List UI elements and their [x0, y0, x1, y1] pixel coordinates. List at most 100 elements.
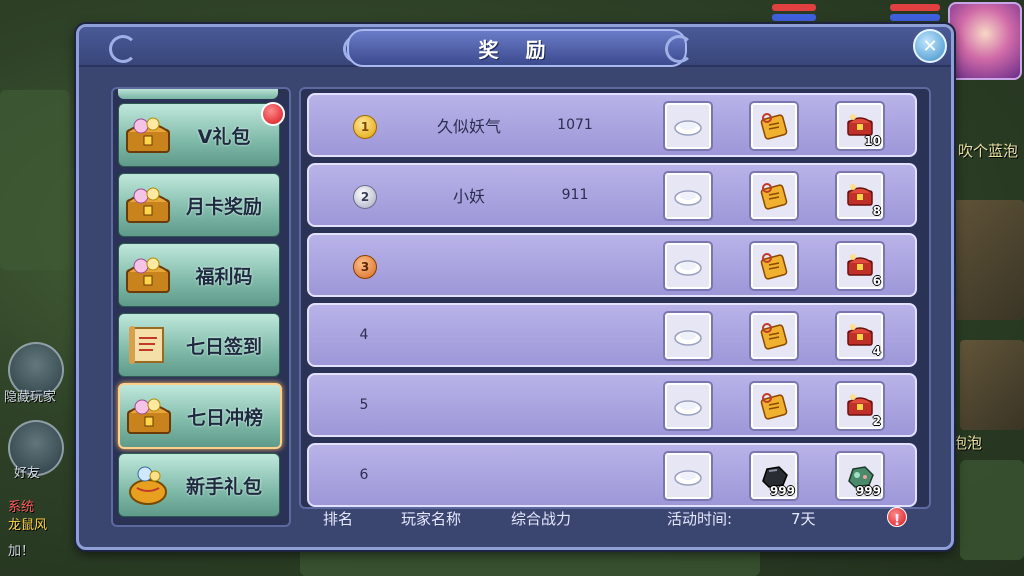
reward-quantity: 8 — [872, 204, 881, 218]
info-alert-icon[interactable]: ! — [887, 507, 907, 529]
column-rank: 排名 — [323, 510, 354, 528]
column-power: 综合战力 — [511, 510, 572, 528]
gift-bag-icon — [123, 464, 173, 506]
sidebar-item-label: 福利码 — [195, 265, 253, 288]
sidebar-item[interactable]: 月卡奖励 — [118, 173, 280, 237]
rank-medal-icon: 3 — [353, 255, 377, 279]
hp-bar — [890, 4, 940, 11]
rank-number: 6 — [359, 467, 369, 483]
reward-slot[interactable] — [663, 241, 713, 291]
dialog-titlebar: 奖 励 ✕ — [79, 27, 951, 67]
treasure-chest-icon — [124, 395, 174, 437]
ranking-row: 1 久似妖气 1071 10 — [307, 93, 917, 157]
combat-power: 1071 — [557, 117, 593, 133]
reward-dialog: 奖 励 ✕ V礼包 月卡奖励福利码七日签到七日冲榜新手礼包 1 久似妖气 1071 10… — [76, 24, 954, 550]
gold-ticket-icon — [757, 251, 791, 281]
title-plate: 奖 励 — [347, 29, 687, 67]
combat-power — [535, 375, 615, 435]
reward-slot[interactable]: 4 — [835, 311, 885, 361]
ground-tile — [0, 90, 70, 270]
rank-medal-icon: 1 — [353, 115, 377, 139]
sidebar-item[interactable]: 福利码 — [118, 243, 280, 307]
player-name — [409, 305, 529, 365]
white-cloud-item-icon — [671, 181, 705, 211]
sidebar-item[interactable]: 七日冲榜 — [118, 383, 282, 449]
reward-slot[interactable]: 999 — [749, 451, 799, 501]
combat-power: 911 — [561, 187, 589, 203]
rank-number: 4 — [359, 327, 369, 343]
swirl-ornament-icon — [665, 35, 693, 63]
swirl-ornament-icon — [109, 35, 137, 63]
dialog-title: 奖 励 — [478, 37, 556, 62]
scroll-icon — [123, 324, 173, 366]
ranking-footer: 排名 玩家名称 综合战力 活动时间: 7天 ! — [301, 505, 929, 529]
reward-quantity: 999 — [855, 484, 881, 498]
ranking-row: 44 — [307, 303, 917, 367]
reward-slot[interactable]: 10 — [835, 101, 885, 151]
ground-tile — [960, 460, 1024, 560]
chat-bubble-text: 吹个蓝泡 — [958, 142, 1019, 160]
gold-ticket-icon — [757, 111, 791, 141]
ranking-row: 6 999 999 — [307, 443, 917, 507]
reward-category-sidebar: V礼包 月卡奖励福利码七日签到七日冲榜新手礼包 — [111, 87, 291, 527]
reward-slot[interactable] — [749, 311, 799, 361]
sidebar-item[interactable]: 新手礼包 — [118, 453, 280, 517]
reward-quantity: 999 — [769, 484, 795, 498]
hp-bar — [772, 4, 816, 11]
building-roof — [960, 340, 1024, 430]
white-cloud-item-icon — [671, 461, 705, 491]
player-avatar[interactable] — [948, 2, 1022, 80]
gold-ticket-icon — [757, 321, 791, 351]
reward-quantity: 4 — [872, 344, 881, 358]
rank-medal-icon: 2 — [353, 185, 377, 209]
reward-slot[interactable] — [663, 171, 713, 221]
treasure-chest-icon — [123, 114, 173, 156]
sidebar-item-label: 七日冲榜 — [186, 406, 263, 429]
sidebar-item-label: 新手礼包 — [185, 475, 262, 498]
ranking-list[interactable]: 1 久似妖气 1071 10 2 小妖 911 8 3 6 4 4 5 2 6 999 999 — [299, 87, 931, 509]
close-button[interactable]: ✕ — [913, 29, 947, 63]
player-name: 久似妖气 — [436, 117, 501, 136]
ground-tile — [300, 546, 760, 576]
combat-power — [535, 445, 615, 505]
activity-time-value: 7天 — [791, 510, 816, 528]
notification-dot-icon — [261, 102, 285, 126]
reward-slot[interactable] — [663, 381, 713, 431]
combat-power — [535, 235, 615, 295]
player-name — [409, 445, 529, 505]
gold-ticket-icon — [757, 391, 791, 421]
alert-glyph: ! — [893, 511, 901, 529]
column-player-name: 玩家名称 — [401, 510, 462, 528]
sidebar-item[interactable]: 七日签到 — [118, 313, 280, 377]
mp-bar — [890, 14, 940, 21]
reward-quantity: 2 — [872, 414, 881, 428]
reward-slot[interactable] — [749, 241, 799, 291]
ranking-row: 36 — [307, 233, 917, 297]
reward-slot[interactable] — [663, 311, 713, 361]
reward-slot[interactable]: 999 — [835, 451, 885, 501]
treasure-chest-icon — [123, 254, 173, 296]
friends-label: 好友 — [14, 466, 41, 481]
reward-slot[interactable] — [663, 101, 713, 151]
reward-slot[interactable] — [663, 451, 713, 501]
sidebar-scroll-stub — [118, 89, 278, 99]
treasure-chest-icon — [123, 184, 173, 226]
reward-slot[interactable]: 2 — [835, 381, 885, 431]
close-icon: ✕ — [922, 35, 938, 57]
sidebar-item[interactable]: V礼包 — [118, 102, 285, 167]
player-name: 小妖 — [452, 187, 485, 206]
white-cloud-item-icon — [671, 321, 705, 351]
reward-slot[interactable] — [749, 101, 799, 151]
reward-slot[interactable]: 8 — [835, 171, 885, 221]
white-cloud-item-icon — [671, 251, 705, 281]
sidebar-item-label: 七日签到 — [185, 335, 262, 358]
reward-slot[interactable]: 6 — [835, 241, 885, 291]
activity-time-label: 活动时间: — [667, 510, 733, 528]
player-name — [409, 375, 529, 435]
reward-slot[interactable] — [749, 381, 799, 431]
reward-quantity: 6 — [872, 274, 881, 288]
player-name — [409, 235, 529, 295]
system-message: 龙鼠风 — [8, 518, 48, 533]
mp-bar — [772, 14, 816, 21]
reward-slot[interactable] — [749, 171, 799, 221]
